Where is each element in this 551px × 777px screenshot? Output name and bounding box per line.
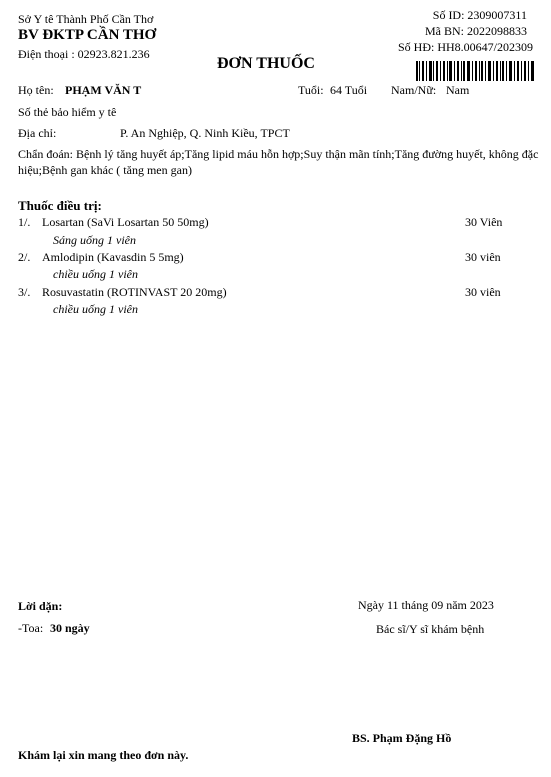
- health-dept: Sở Y tê Thành Phố Cần Thơ: [18, 12, 154, 26]
- med-name: Rosuvastatin (ROTINVAST 20 20mg): [42, 285, 227, 299]
- patient-gender-label: Nam/Nữ:: [391, 83, 437, 97]
- diagnosis: Chẩn đoán: Bệnh lý tăng huyết áp;Tăng li…: [18, 146, 548, 178]
- med-quantity: 30 viên: [465, 250, 501, 264]
- patient-age-label: Tuổi:: [298, 83, 324, 97]
- med-index: 2/.: [18, 250, 31, 264]
- patient-age: 64 Tuổi: [330, 83, 368, 97]
- hospital-phone: Điện thoại : 02923.821.236: [18, 47, 150, 61]
- patient-address: P. An Nghiệp, Q. Ninh Kiều, TPCT: [120, 126, 290, 140]
- doctor-title: Bác sĩ/Y sĩ khám bệnh: [376, 622, 485, 636]
- med-name: Amlodipin (Kavasdin 5 5mg): [42, 250, 184, 264]
- hospital-name: BV ĐKTP CẦN THƠ: [18, 27, 157, 43]
- return-note: Khám lại xin mang theo đơn này.: [18, 748, 189, 762]
- med-quantity: 30 viên: [465, 285, 501, 299]
- address-label: Địa chỉ:: [18, 126, 57, 140]
- diagnosis-label: Chẩn đoán:: [18, 147, 73, 161]
- toa-label: -Toa:: [18, 621, 44, 635]
- medicines-title: Thuốc điều trị:: [18, 198, 102, 213]
- med-name: Losartan (SaVi Losartan 50 50mg): [42, 215, 209, 229]
- patient-gender: Nam: [446, 83, 470, 97]
- med-quantity: 30 Viên: [465, 215, 503, 229]
- barcode-icon: [416, 61, 534, 81]
- med-instruction: Sáng uống 1 viên: [53, 233, 136, 247]
- invoice-number: Số HĐ: HH8.00647/202309: [397, 40, 533, 54]
- diagnosis-text: Bệnh lý tăng huyết áp;Tăng lipid máu hỗn…: [18, 147, 539, 177]
- patient-name-label: Họ tên:: [18, 83, 54, 97]
- med-index: 1/.: [18, 215, 31, 229]
- med-index: 3/.: [18, 285, 31, 299]
- toa-value: 30 ngày: [50, 621, 90, 635]
- med-instruction: chiều uống 1 viên: [53, 302, 138, 316]
- advice-label: Lời dặn:: [18, 599, 63, 613]
- patient-code: Mã BN: 2022098833: [425, 24, 527, 38]
- page-title: ĐƠN THUỐC: [217, 55, 315, 72]
- doctor-name: BS. Phạm Đặng Hồ: [352, 731, 452, 745]
- med-instruction: chiều uống 1 viên: [53, 267, 138, 281]
- record-id: Số ID: 2309007311: [432, 8, 527, 22]
- insurance-label: Số thẻ bảo hiểm y tê: [18, 105, 117, 119]
- patient-name: PHẠM VĂN T: [65, 83, 142, 97]
- prescription-date: Ngày 11 tháng 09 năm 2023: [358, 598, 494, 612]
